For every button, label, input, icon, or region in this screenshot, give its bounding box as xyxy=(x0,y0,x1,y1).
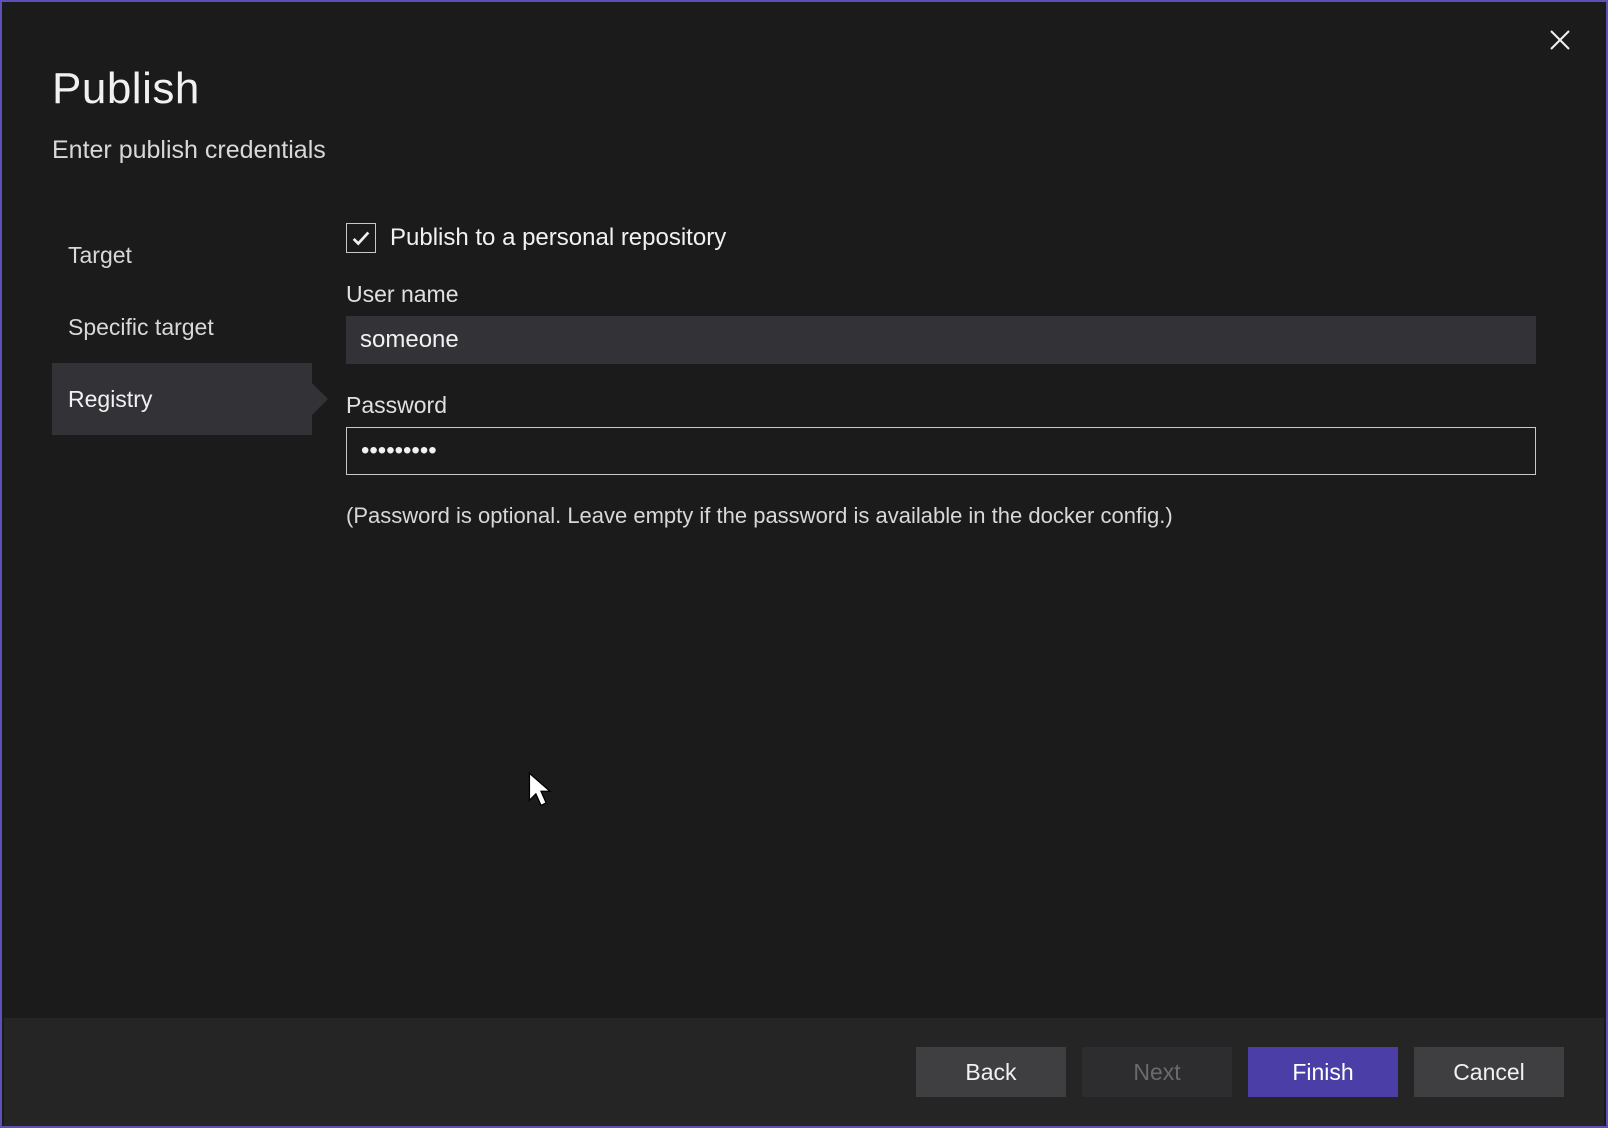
close-icon xyxy=(1549,29,1571,51)
back-button[interactable]: Back xyxy=(916,1047,1066,1097)
personal-repo-row: Publish to a personal repository xyxy=(346,223,1536,253)
finish-button[interactable]: Finish xyxy=(1248,1047,1398,1097)
dialog-header: Publish Enter publish credentials xyxy=(2,2,1606,165)
password-label: Password xyxy=(346,392,1536,419)
sidebar-item-label: Registry xyxy=(68,386,152,413)
dialog-footer: Back Next Finish Cancel xyxy=(4,1018,1604,1126)
username-label: User name xyxy=(346,281,1536,308)
sidebar-item-specific-target[interactable]: Specific target xyxy=(52,291,312,363)
sidebar-item-target[interactable]: Target xyxy=(52,219,312,291)
check-icon xyxy=(350,227,372,249)
sidebar-item-label: Specific target xyxy=(68,314,214,341)
close-button[interactable] xyxy=(1542,22,1578,58)
password-input[interactable] xyxy=(346,427,1536,475)
dialog-content: Target Specific target Registry Publish … xyxy=(2,219,1606,529)
form-area: Publish to a personal repository User na… xyxy=(312,219,1606,529)
sidebar-item-label: Target xyxy=(68,242,132,269)
next-button: Next xyxy=(1082,1047,1232,1097)
wizard-sidebar: Target Specific target Registry xyxy=(2,219,312,529)
page-title: Publish xyxy=(52,64,1556,114)
page-subtitle: Enter publish credentials xyxy=(52,136,1556,165)
personal-repo-label: Publish to a personal repository xyxy=(390,224,726,252)
personal-repo-checkbox[interactable] xyxy=(346,223,376,253)
mouse-cursor-icon xyxy=(528,772,554,808)
username-group: User name xyxy=(346,281,1536,364)
password-group: Password xyxy=(346,392,1536,475)
sidebar-item-registry[interactable]: Registry xyxy=(52,363,312,435)
username-input[interactable] xyxy=(346,316,1536,364)
cancel-button[interactable]: Cancel xyxy=(1414,1047,1564,1097)
password-hint: (Password is optional. Leave empty if th… xyxy=(346,503,1536,529)
